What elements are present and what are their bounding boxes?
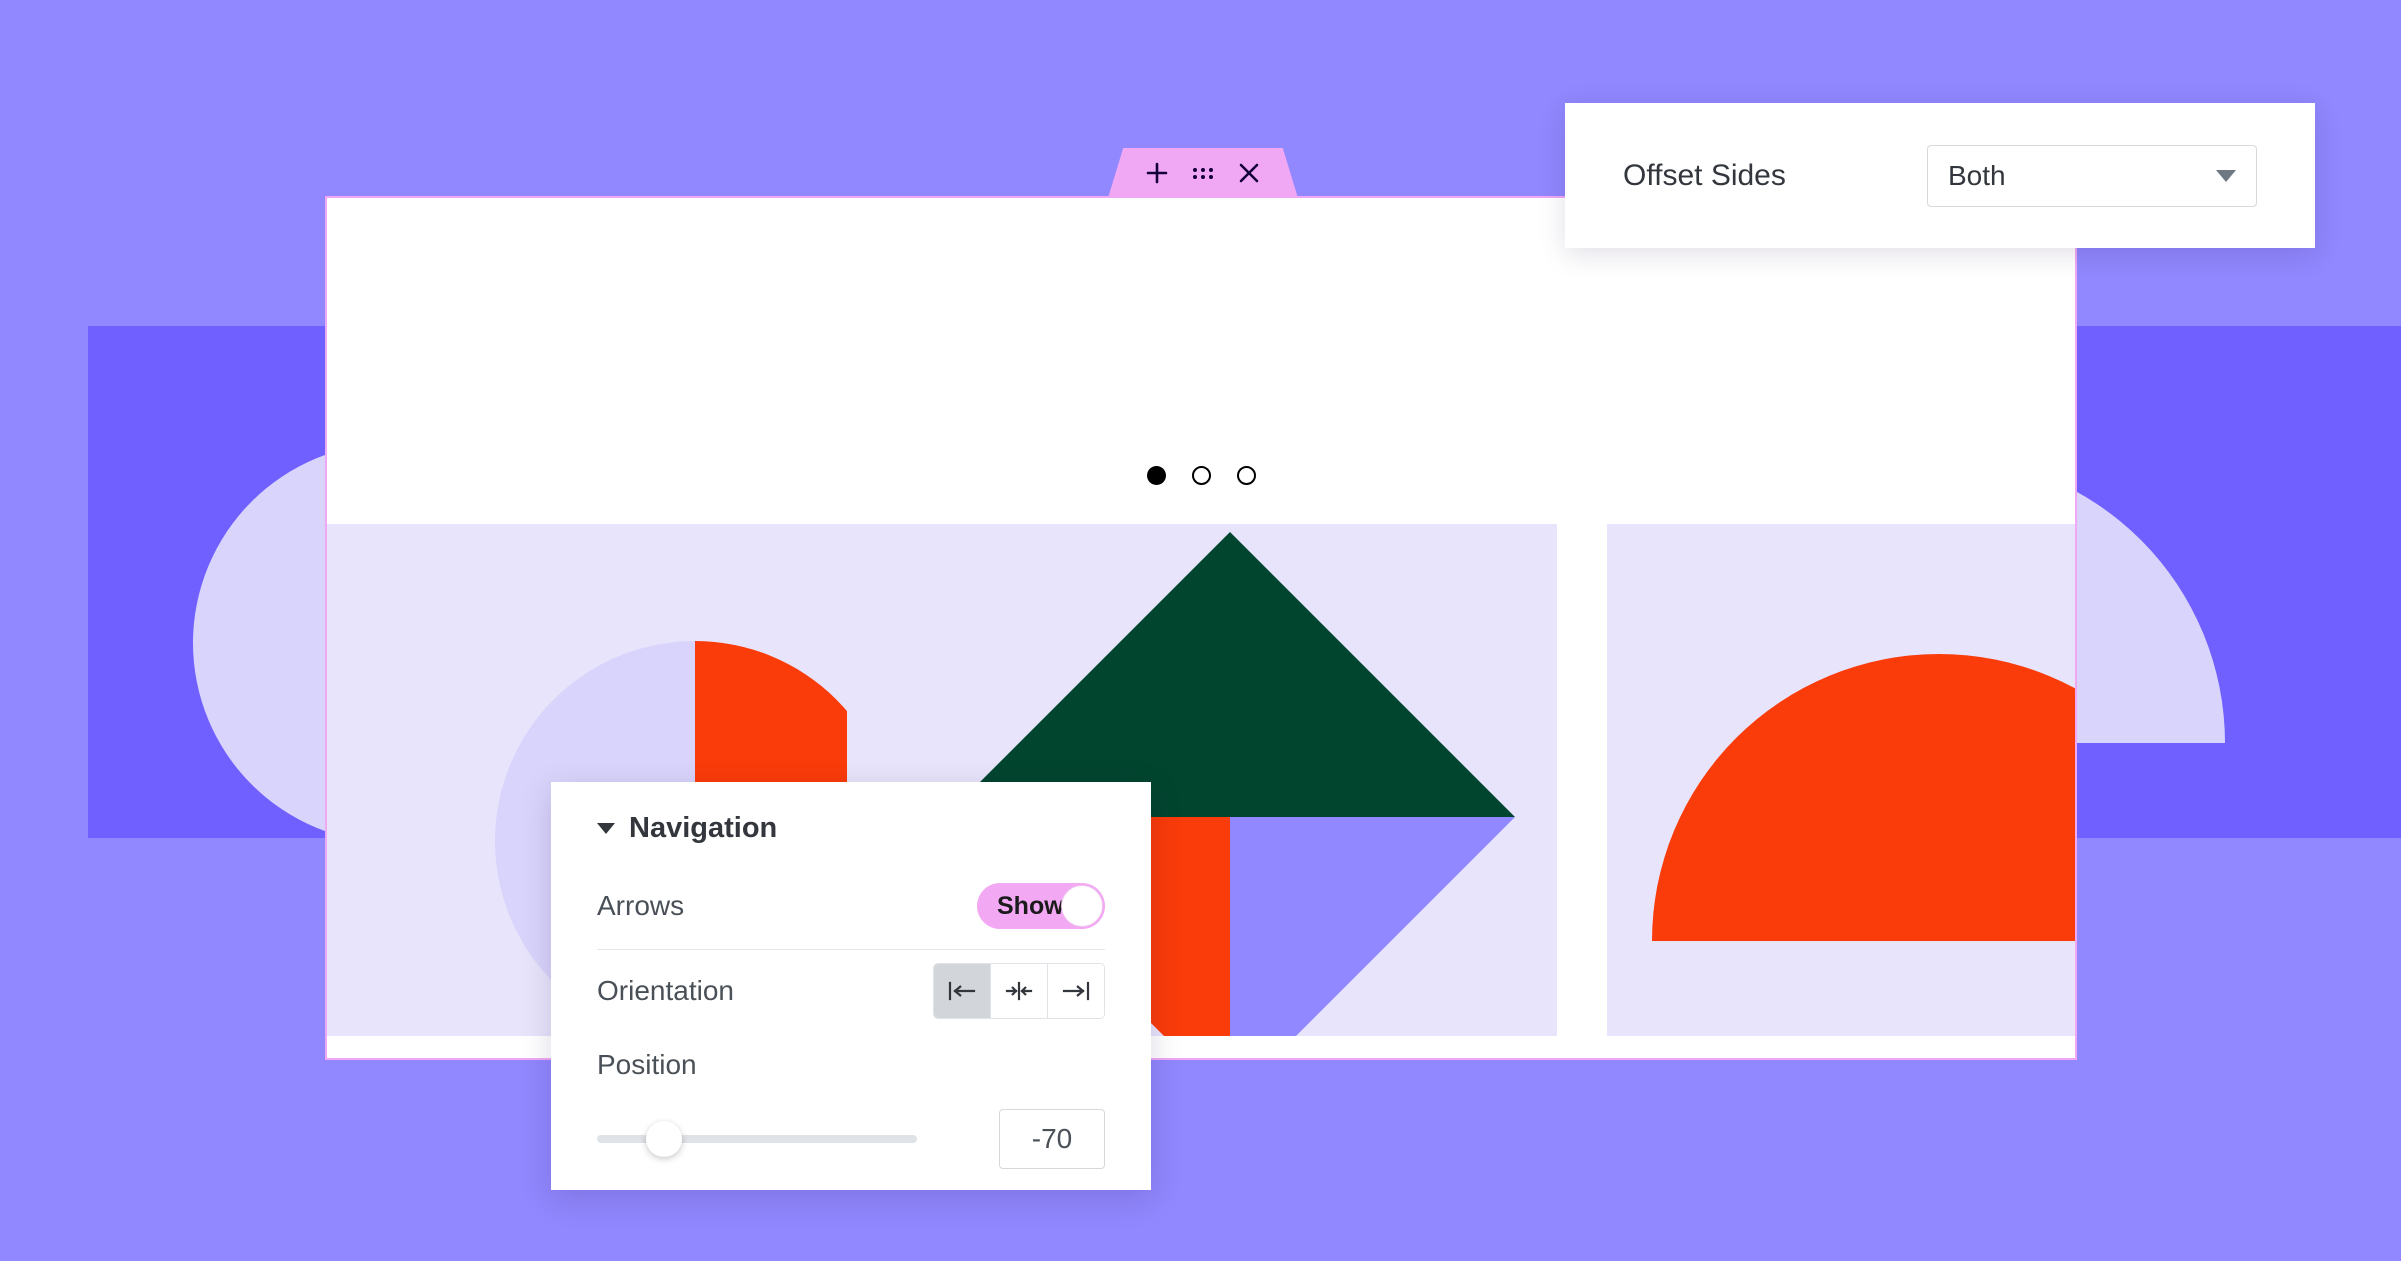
drag-handle-dots-icon[interactable] <box>1190 160 1216 186</box>
offset-sides-select[interactable]: Both <box>1927 144 2257 207</box>
position-label: Position <box>597 1049 697 1080</box>
plus-icon[interactable] <box>1144 160 1170 186</box>
orientation-label: Orientation <box>597 975 734 1006</box>
close-icon[interactable] <box>1236 160 1262 186</box>
arrows-toggle[interactable]: Show <box>977 883 1105 929</box>
carousel-slide-3[interactable] <box>1607 524 2075 1036</box>
offset-sides-value: Both <box>1948 159 2006 191</box>
chevron-down-icon <box>2216 169 2236 182</box>
orientation-option-align-center[interactable] <box>991 964 1048 1018</box>
arrows-toggle-label: Show <box>997 891 1064 920</box>
position-label-row: Position <box>597 1028 1105 1102</box>
half-dome-shape <box>1652 654 2075 941</box>
pagination-dot-1[interactable] <box>1146 466 1166 485</box>
offset-sides-panel: Offset Sides Both <box>1565 103 2315 248</box>
navigation-panel-header[interactable]: Navigation <box>597 812 1105 845</box>
orientation-control-row: Orientation <box>597 954 1105 1028</box>
arrows-label: Arrows <box>597 890 685 921</box>
align-left-icon <box>948 981 976 1001</box>
caret-down-icon[interactable] <box>597 823 615 834</box>
arrows-control-row: Arrows Show <box>597 869 1105 943</box>
element-toolbar[interactable] <box>1108 148 1298 198</box>
pagination-dot-2[interactable] <box>1191 466 1211 485</box>
position-slider-knob[interactable] <box>646 1121 683 1157</box>
navigation-panel-title: Navigation <box>629 812 778 844</box>
panel-divider <box>597 949 1105 950</box>
position-slider[interactable] <box>597 1121 917 1157</box>
align-right-icon <box>1062 981 1090 1001</box>
orientation-option-align-left[interactable] <box>934 964 991 1018</box>
position-value-input[interactable]: -70 <box>999 1109 1105 1169</box>
pagination-dot-3[interactable] <box>1236 466 1256 485</box>
carousel-pagination-dots[interactable] <box>327 466 2075 485</box>
orientation-option-align-right[interactable] <box>1048 964 1104 1018</box>
canvas-stage: Offset Sides Both Navigation Arrows Show… <box>0 0 2401 1261</box>
offset-sides-label: Offset Sides <box>1623 158 1786 192</box>
position-control-row: -70 <box>597 1102 1105 1176</box>
toggle-knob <box>1061 885 1103 927</box>
align-center-icon <box>1005 981 1033 1001</box>
orientation-segmented-control[interactable] <box>933 963 1105 1019</box>
navigation-panel: Navigation Arrows Show Orientation Posit… <box>551 782 1151 1190</box>
